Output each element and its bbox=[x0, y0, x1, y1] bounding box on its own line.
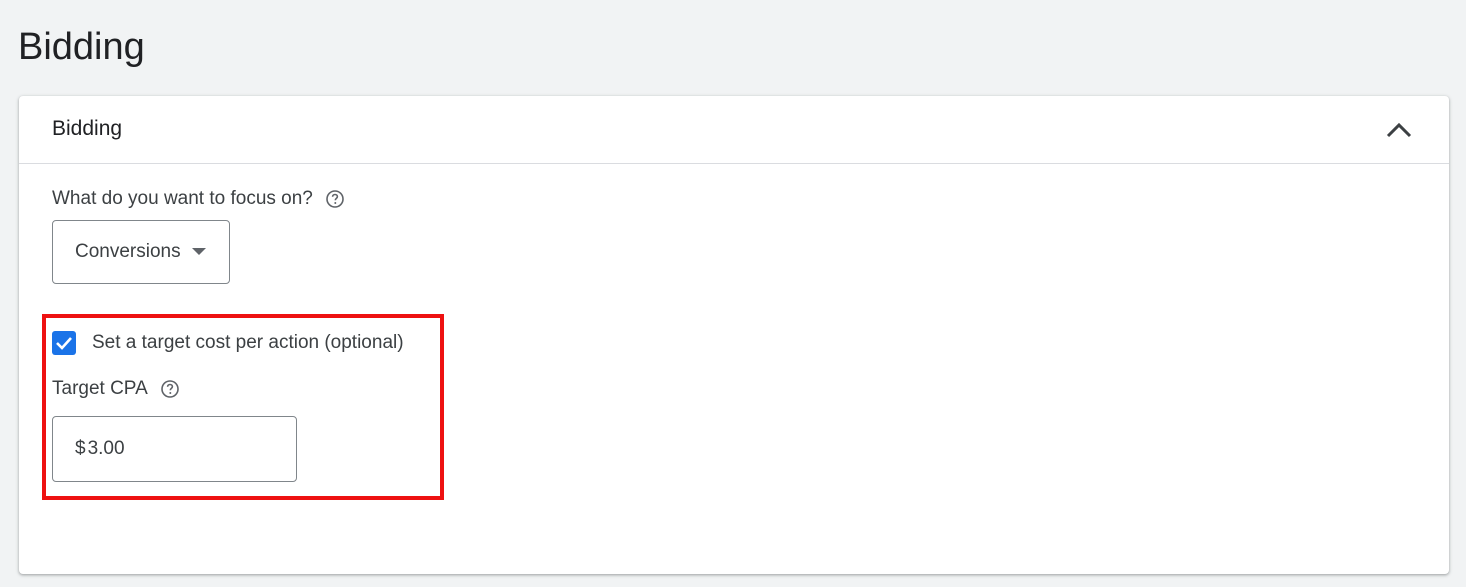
focus-label: What do you want to focus on? bbox=[52, 188, 313, 209]
target-cpa-checkbox-row[interactable]: Set a target cost per action (optional) bbox=[52, 331, 404, 355]
target-cpa-value: 3.00 bbox=[87, 438, 125, 459]
target-cpa-label-row: Target CPA bbox=[52, 377, 180, 401]
help-circle-icon[interactable] bbox=[325, 189, 345, 209]
focus-dropdown[interactable]: Conversions bbox=[52, 220, 230, 284]
focus-label-row: What do you want to focus on? bbox=[52, 187, 345, 211]
page-title: Bidding bbox=[18, 26, 145, 68]
target-cpa-label: Target CPA bbox=[52, 378, 148, 399]
target-cpa-checkbox-label: Set a target cost per action (optional) bbox=[92, 332, 404, 353]
card-header[interactable]: Bidding bbox=[19, 96, 1449, 164]
collapse-button[interactable] bbox=[1381, 112, 1417, 148]
bidding-card: Bidding What do you want to focus on? Co… bbox=[19, 96, 1449, 574]
target-cpa-input[interactable]: $ 3.00 bbox=[52, 416, 297, 482]
section-title: Bidding bbox=[52, 117, 123, 140]
checkmark-icon bbox=[56, 337, 72, 350]
chevron-up-icon bbox=[1386, 122, 1412, 138]
currency-symbol: $ bbox=[75, 438, 86, 459]
focus-selected-value: Conversions bbox=[75, 241, 181, 262]
help-circle-icon[interactable] bbox=[160, 379, 180, 399]
target-cpa-checkbox[interactable] bbox=[52, 331, 76, 355]
dropdown-arrow-icon bbox=[191, 248, 206, 256]
